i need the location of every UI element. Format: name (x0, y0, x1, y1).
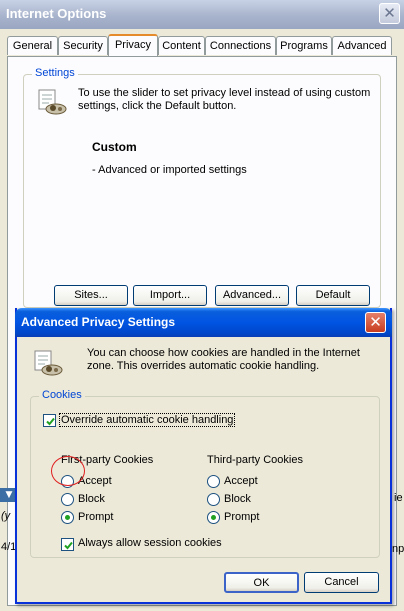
third-party-accept-radio[interactable] (207, 475, 220, 488)
third-party-header: Third-party Cookies (207, 454, 303, 466)
highlight-annotation (51, 456, 85, 486)
tab-privacy[interactable]: Privacy (108, 34, 158, 56)
sites-button[interactable]: Sites... (54, 285, 128, 306)
ok-button[interactable]: OK (224, 572, 299, 593)
background-text-fragment: 4/1 (1, 541, 17, 553)
cookies-group-label: Cookies (39, 389, 85, 401)
privacy-level-description: - Advanced or imported settings (92, 164, 247, 176)
cancel-button[interactable]: Cancel (304, 572, 379, 593)
first-party-prompt-radio[interactable] (61, 511, 74, 524)
dialog-close-icon[interactable]: ✕ (365, 312, 386, 333)
advanced-privacy-settings-dialog: Advanced Privacy Settings ✕ You can choo… (15, 308, 392, 604)
import-button[interactable]: Import... (133, 285, 207, 306)
first-party-block-radio[interactable] (61, 493, 74, 506)
cookie-privacy-icon (34, 350, 63, 376)
window-title: Internet Options (6, 6, 107, 21)
third-party-prompt-radio[interactable] (207, 511, 220, 524)
override-label[interactable]: Override automatic cookie handling (59, 413, 236, 427)
tab-content[interactable]: Content (158, 36, 205, 55)
settings-group: Settings To use the slider to set privac… (23, 67, 381, 308)
settings-info-line: To use the slider to set privacy level i… (78, 87, 371, 99)
dialog-info-line: zone. This overrides automatic cookie ha… (87, 360, 320, 372)
advanced-button[interactable]: Advanced... (215, 285, 289, 306)
tab-general[interactable]: General (7, 36, 58, 55)
background-text-fragment: np (392, 543, 404, 555)
settings-group-label: Settings (32, 67, 78, 79)
tab-security[interactable]: Security (58, 36, 108, 55)
default-button[interactable]: Default (296, 285, 370, 306)
tab-connections[interactable]: Connections (205, 36, 276, 55)
dialog-titlebar[interactable]: Advanced Privacy Settings ✕ (15, 308, 392, 337)
third-party-accept-label[interactable]: Accept (224, 475, 258, 487)
close-icon[interactable]: ✕ (379, 3, 400, 24)
dialog-title: Advanced Privacy Settings (21, 315, 176, 329)
third-party-prompt-label[interactable]: Prompt (224, 511, 259, 523)
dialog-info-text: You can choose how cookies are handled i… (87, 347, 387, 373)
background-text-fragment: (y (1, 510, 11, 522)
override-checkbox[interactable] (43, 414, 56, 427)
session-cookies-label[interactable]: Always allow session cookies (78, 537, 222, 549)
tab-advanced[interactable]: Advanced (332, 36, 392, 55)
third-party-block-label[interactable]: Block (224, 493, 251, 505)
first-party-block-label[interactable]: Block (78, 493, 105, 505)
session-cookies-checkbox[interactable] (61, 538, 74, 551)
internet-options-titlebar[interactable]: Internet Options ✕ (0, 0, 404, 29)
third-party-block-radio[interactable] (207, 493, 220, 506)
background-text-fragment: ie (394, 492, 403, 504)
first-party-prompt-label[interactable]: Prompt (78, 511, 113, 523)
privacy-level-title: Custom (92, 140, 137, 154)
settings-info-line: settings, click the Default button. (78, 100, 237, 112)
settings-info-text: To use the slider to set privacy level i… (78, 87, 378, 113)
tab-programs[interactable]: Programs (276, 36, 332, 55)
dialog-info-line: You can choose how cookies are handled i… (87, 347, 360, 359)
privacy-settings-icon (38, 89, 67, 115)
